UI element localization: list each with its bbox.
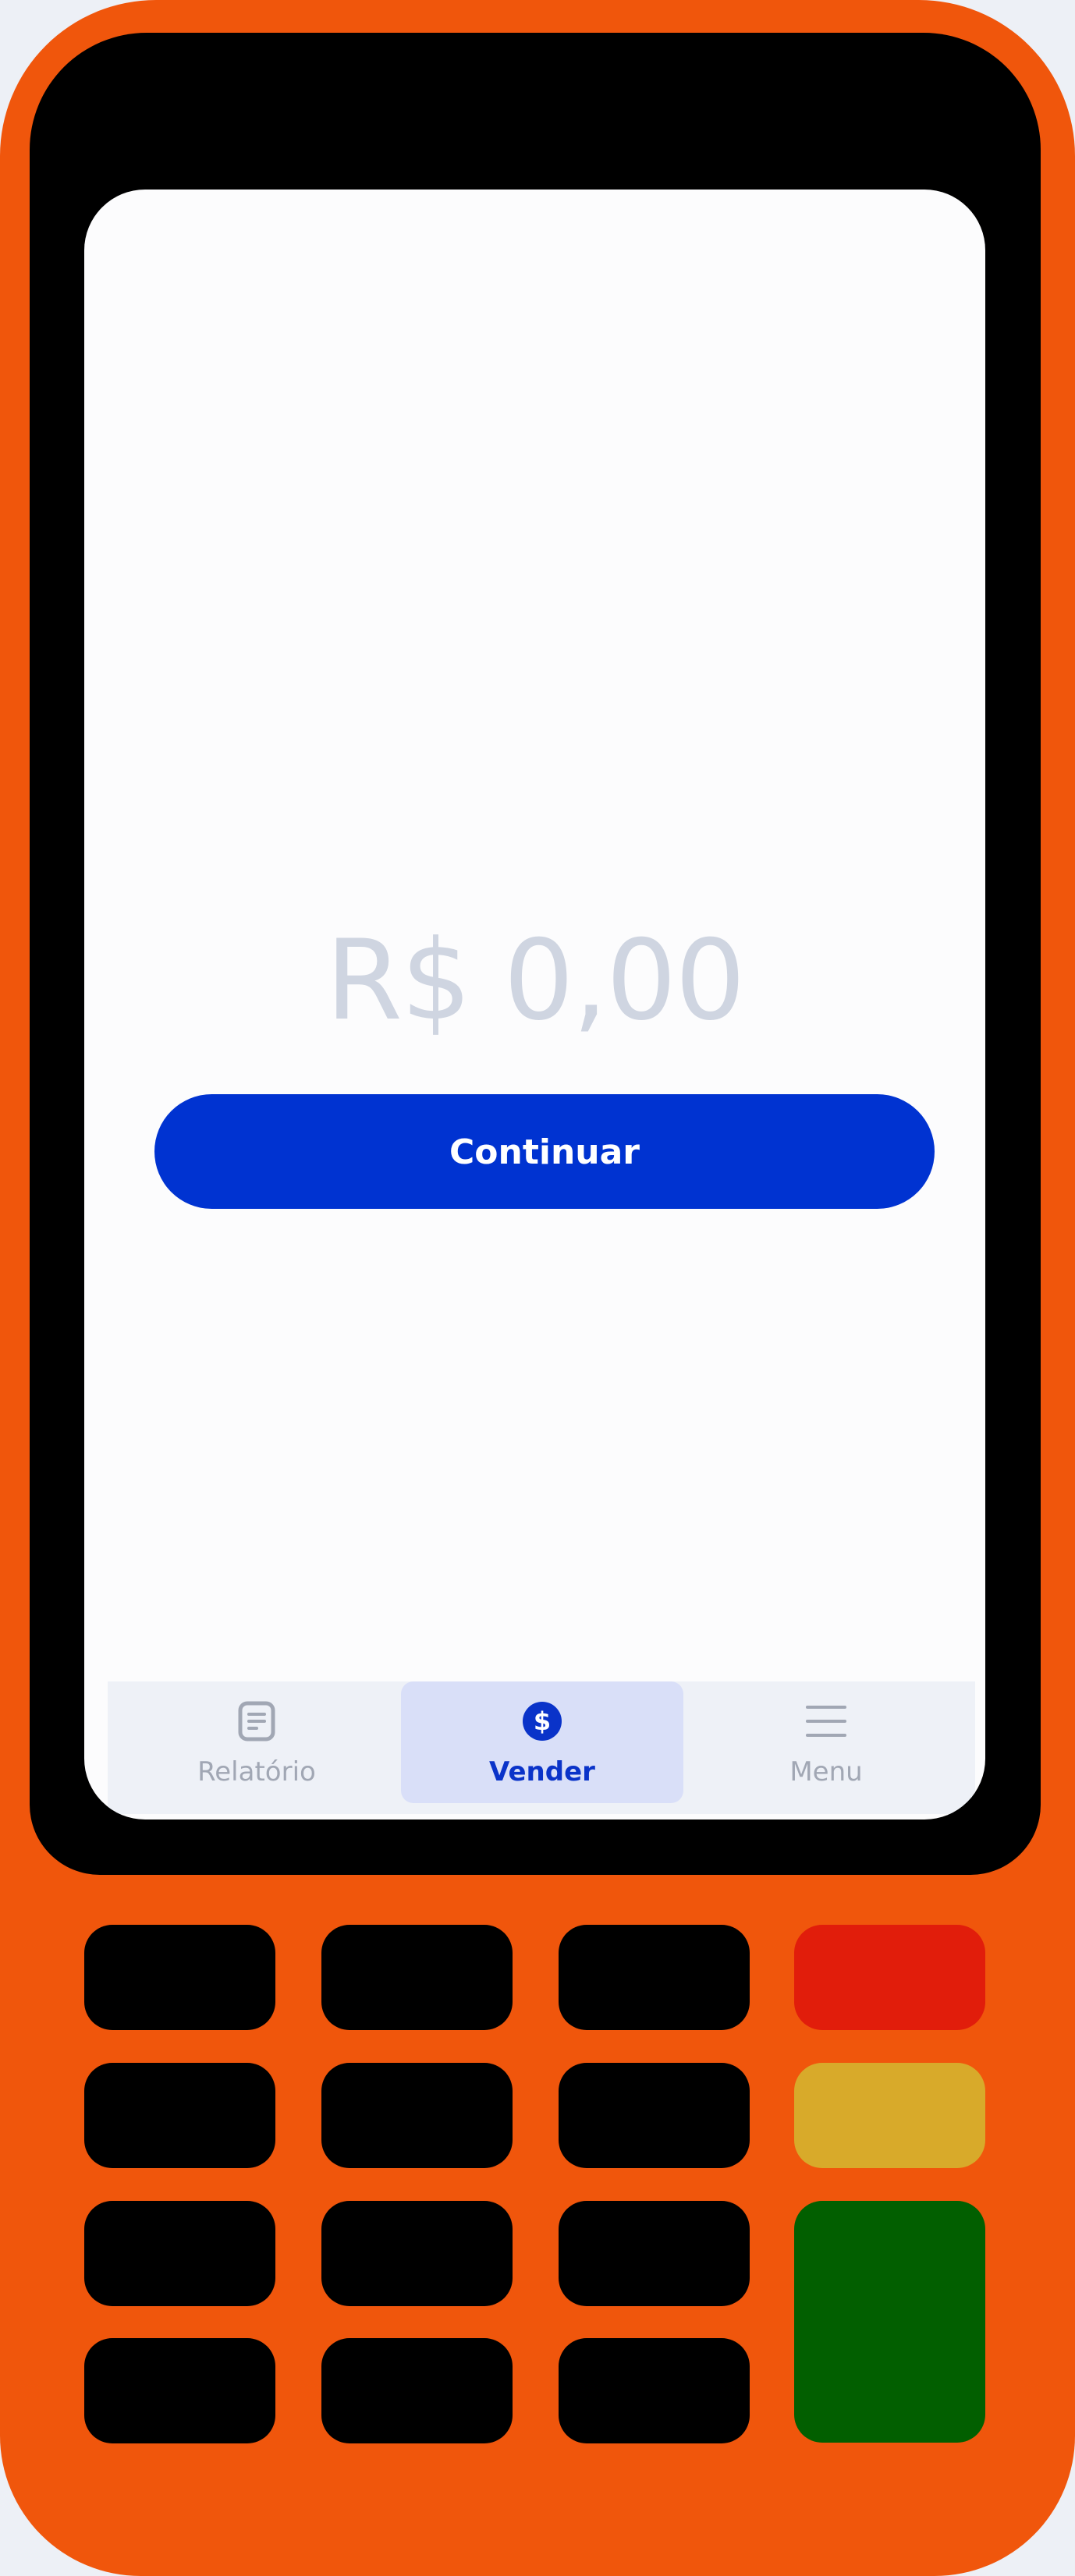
keypad-key[interactable] [84, 2063, 275, 2168]
keypad-key[interactable] [84, 1925, 275, 2030]
cancel-key[interactable] [794, 1925, 985, 2030]
keypad-key[interactable] [559, 1925, 750, 2030]
keypad-key[interactable] [84, 2201, 275, 2306]
keypad-key[interactable] [321, 2063, 513, 2168]
terminal-screen: R$ 0,00 Continuar Relatório $ Vender Men… [84, 190, 985, 1819]
keypad-key[interactable] [84, 2338, 275, 2443]
tab-relatorio[interactable]: Relatório [115, 1681, 398, 1803]
tab-label: Relatório [197, 1756, 316, 1788]
keypad-key[interactable] [321, 2201, 513, 2306]
bottom-tab-bar: Relatório $ Vender Menu [108, 1681, 975, 1814]
keypad-key[interactable] [321, 2338, 513, 2443]
dollar-coin-icon: $ [523, 1702, 562, 1741]
tab-menu[interactable]: Menu [685, 1681, 967, 1803]
confirm-key[interactable] [794, 2201, 985, 2443]
tab-label: Menu [789, 1756, 863, 1788]
keypad-key[interactable] [559, 2338, 750, 2443]
report-icon [238, 1701, 275, 1742]
tab-vender[interactable]: $ Vender [401, 1681, 683, 1803]
pos-terminal-device: R$ 0,00 Continuar Relatório $ Vender Men… [0, 0, 1075, 2576]
keypad-key[interactable] [559, 2063, 750, 2168]
svg-text:$: $ [534, 1706, 551, 1736]
keypad-key[interactable] [559, 2201, 750, 2306]
clear-key[interactable] [794, 2063, 985, 2168]
hamburger-menu-icon [806, 1706, 846, 1737]
tab-label: Vender [489, 1756, 595, 1788]
keypad-key[interactable] [321, 1925, 513, 2030]
continue-button[interactable]: Continuar [154, 1094, 935, 1209]
sale-amount-display: R$ 0,00 [325, 916, 745, 1045]
